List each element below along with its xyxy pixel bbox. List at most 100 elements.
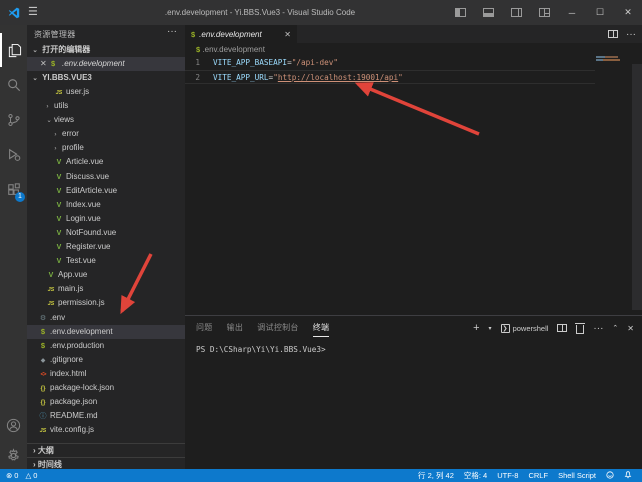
panel-tab-问题[interactable]: 问题 xyxy=(196,319,213,337)
breadcrumb[interactable]: $ .env.development xyxy=(185,43,642,56)
close-button[interactable]: ✕ xyxy=(614,0,642,25)
tree-item-package-json[interactable]: {}package.json xyxy=(27,395,185,409)
code-line-1[interactable]: 1VITE_APP_BASEAPI="/api-dev" xyxy=(185,56,595,70)
panel-tab-终端[interactable]: 终端 xyxy=(313,319,330,337)
extensions-badge: 1 xyxy=(15,192,25,202)
account-icon[interactable] xyxy=(0,408,27,442)
split-editor-icon[interactable] xyxy=(608,30,618,38)
tree-item-utils[interactable]: ›utils xyxy=(27,99,185,113)
tree-item-discuss-vue[interactable]: VDiscuss.vue xyxy=(27,170,185,184)
json-file-icon: {} xyxy=(38,396,48,410)
tree-item--env[interactable]: ⚙.env xyxy=(27,311,185,325)
tree-item-label: package.json xyxy=(50,397,97,406)
tree-item-user-js[interactable]: JSuser.js xyxy=(27,85,185,99)
json-file-icon: {} xyxy=(38,382,48,396)
terminal-dropdown-icon[interactable]: ▾ xyxy=(489,325,492,332)
editor-scrollbar[interactable] xyxy=(632,64,642,310)
errors-status[interactable]: ⊗ 0 xyxy=(6,471,18,480)
tree-item-index-html[interactable]: <>index.html xyxy=(27,367,185,381)
tree-item-index-vue[interactable]: VIndex.vue xyxy=(27,198,185,212)
extensions-icon[interactable]: 1 xyxy=(0,173,27,207)
vue-file-icon: V xyxy=(54,156,64,170)
tree-item-package-lock-json[interactable]: {}package-lock.json xyxy=(27,381,185,395)
tree-item-main-js[interactable]: JSmain.js xyxy=(27,282,185,296)
project-section[interactable]: ⌄ YI.BBS.VUE3 xyxy=(27,71,185,85)
tree-item-label: Register.vue xyxy=(66,242,110,251)
tree-item-login-vue[interactable]: VLogin.vue xyxy=(27,212,185,226)
cursor-position[interactable]: 行 2, 列 42 xyxy=(418,470,454,481)
tree-item-label: README.md xyxy=(50,411,98,420)
feedback-icon[interactable] xyxy=(606,471,614,481)
arrow-to-url xyxy=(358,84,479,134)
shell-selector[interactable]: ❯ powershell xyxy=(501,324,549,333)
minimize-button[interactable]: ─ xyxy=(558,0,586,25)
tree-item-readme-md[interactable]: ⓘREADME.md xyxy=(27,409,185,423)
panel-more-actions-icon[interactable]: ··· xyxy=(593,323,603,334)
panel-tab-输出[interactable]: 输出 xyxy=(227,319,244,337)
encoding-status[interactable]: UTF-8 xyxy=(497,471,518,480)
maximize-button[interactable]: ☐ xyxy=(586,0,614,25)
tree-item-error[interactable]: ›error xyxy=(27,127,185,141)
toggle-secondary-sidebar-icon[interactable] xyxy=(502,0,530,25)
language-mode[interactable]: Shell Script xyxy=(558,471,596,480)
code-line-2[interactable]: 2VITE_APP_URL="http://localhost:19001/ap… xyxy=(185,70,595,84)
kill-terminal-icon[interactable] xyxy=(576,325,584,334)
tree-item-views[interactable]: ⌄views xyxy=(27,113,185,127)
tree-item--env-development[interactable]: $.env.development xyxy=(27,325,185,339)
tree-item-label: error xyxy=(62,129,79,138)
tree-item-app-vue[interactable]: VApp.vue xyxy=(27,268,185,282)
open-editors-section[interactable]: ⌄ 打开的编辑器 xyxy=(27,43,185,57)
indentation-status[interactable]: 空格: 4 xyxy=(464,470,487,481)
code-editor[interactable]: 1VITE_APP_BASEAPI="/api-dev"2VITE_APP_UR… xyxy=(185,56,595,84)
window-title: .env.development - Yi.BBS.Vue3 - Visual … xyxy=(30,0,490,25)
tree-item-profile[interactable]: ›profile xyxy=(27,141,185,155)
code-token: VITE_APP_BASEAPI xyxy=(213,56,287,70)
toggle-panel-icon[interactable] xyxy=(474,0,502,25)
explorer-icon[interactable] xyxy=(0,33,27,67)
maximize-panel-icon[interactable]: ⌃ xyxy=(612,324,618,332)
url-link[interactable]: http://localhost:19001/api xyxy=(278,71,398,83)
new-terminal-icon[interactable]: + xyxy=(473,322,479,334)
shell-file-icon: $ xyxy=(196,45,200,54)
notifications-bell-icon[interactable] xyxy=(624,470,632,481)
tree-item-register-vue[interactable]: VRegister.vue xyxy=(27,240,185,254)
warnings-status[interactable]: △ 0 xyxy=(25,471,37,480)
tree-item-permission-js[interactable]: JSpermission.js xyxy=(27,296,185,310)
editor-more-actions-icon[interactable]: ··· xyxy=(626,29,636,40)
tree-item-label: index.html xyxy=(50,369,86,378)
tree-item--env-production[interactable]: $.env.production xyxy=(27,339,185,353)
chevron-right-icon: › xyxy=(54,129,61,142)
minimap[interactable] xyxy=(596,56,626,62)
js-file-icon: JS xyxy=(54,86,64,100)
panel-tab-调试控制台[interactable]: 调试控制台 xyxy=(257,319,299,337)
close-panel-icon[interactable]: ✕ xyxy=(627,324,634,333)
search-icon[interactable] xyxy=(0,68,27,102)
outline-section[interactable]: › 大纲 xyxy=(27,443,185,457)
tab-close-icon[interactable]: ✕ xyxy=(284,30,291,39)
split-terminal-icon[interactable] xyxy=(557,324,567,332)
run-debug-icon[interactable] xyxy=(0,138,27,172)
vue-file-icon: V xyxy=(54,199,64,213)
tree-item--gitignore[interactable]: ◆.gitignore xyxy=(27,353,185,367)
tab-env-development[interactable]: $ .env.development ✕ xyxy=(185,25,297,43)
terminal-prompt[interactable]: PS D:\CSharp\Yi\Yi.BBS.Vue3> xyxy=(196,345,326,354)
tree-item-label: Index.vue xyxy=(66,200,101,209)
vue-file-icon: V xyxy=(46,269,56,283)
tree-item-test-vue[interactable]: VTest.vue xyxy=(27,254,185,268)
sidebar-more-actions-icon[interactable]: ··· xyxy=(167,26,177,37)
tree-item-notfound-vue[interactable]: VNotFound.vue xyxy=(27,226,185,240)
close-icon[interactable]: ✕ xyxy=(40,57,47,71)
tree-item-article-vue[interactable]: VArticle.vue xyxy=(27,155,185,169)
tree-item-editarticle-vue[interactable]: VEditArticle.vue xyxy=(27,184,185,198)
tree-item-vite-config-js[interactable]: JSvite.config.js xyxy=(27,423,185,437)
settings-gear-icon[interactable] xyxy=(0,438,27,472)
open-editor-item[interactable]: ✕ $ .env.development xyxy=(27,57,185,71)
customize-layout-icon[interactable] xyxy=(530,0,558,25)
vscode-window: ☰ .env.development - Yi.BBS.Vue3 - Visua… xyxy=(0,0,642,482)
toggle-sidebar-icon[interactable] xyxy=(446,0,474,25)
code-token: " xyxy=(398,71,403,83)
vue-file-icon: V xyxy=(54,241,64,255)
tree-item-label: Login.vue xyxy=(66,214,101,223)
source-control-icon[interactable] xyxy=(0,103,27,137)
eol-status[interactable]: CRLF xyxy=(528,471,548,480)
